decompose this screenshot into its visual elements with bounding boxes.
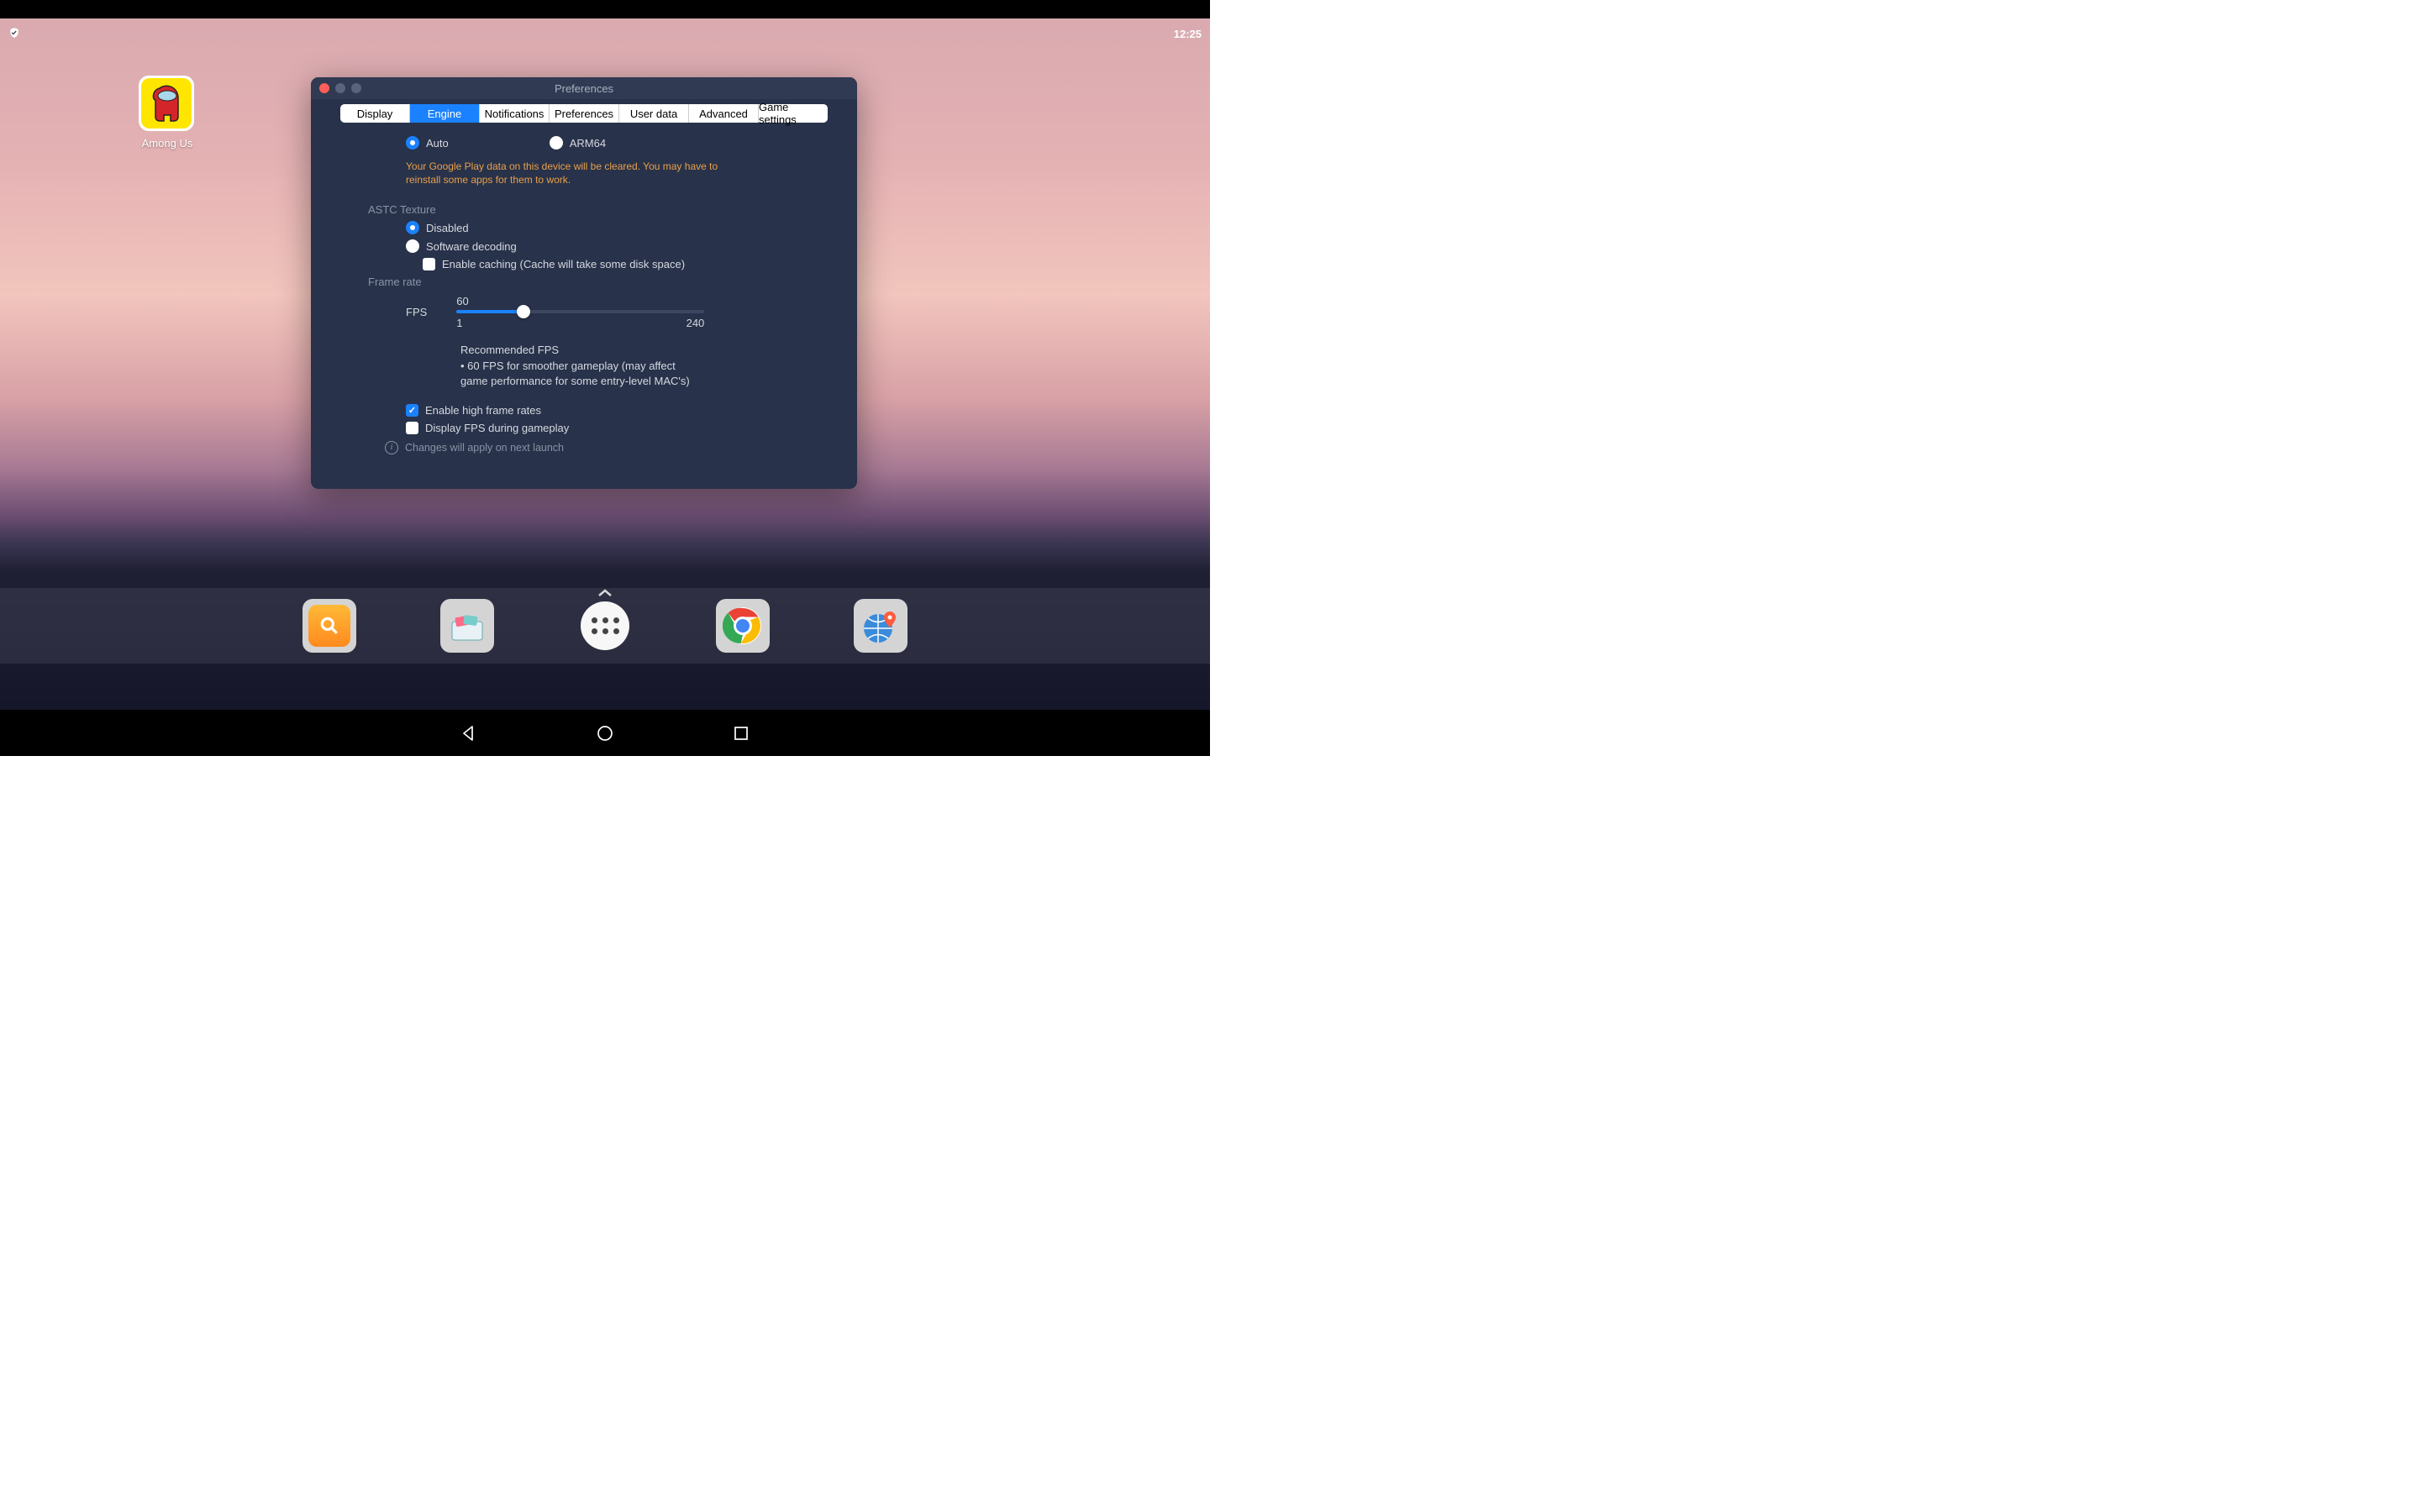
app-among-us[interactable]: Among Us — [139, 76, 196, 150]
slider-fill — [456, 310, 523, 313]
astc-heading: ASTC Texture — [368, 203, 825, 216]
checkbox-enable-caching[interactable]: Enable caching (Cache will take some dis… — [360, 258, 825, 270]
dock-installer[interactable] — [440, 599, 494, 653]
clock: 12:25 — [1174, 28, 1202, 40]
globe-pin-icon — [861, 606, 900, 645]
footer-note: i Changes will apply on next launch — [360, 441, 825, 454]
window-titlebar[interactable]: Preferences — [311, 77, 857, 99]
fps-value: 60 — [456, 295, 468, 307]
framerate-heading: Frame rate — [368, 276, 825, 288]
tab-advanced[interactable]: Advanced — [689, 104, 759, 123]
checkbox-display-fps[interactable]: Display FPS during gameplay — [406, 422, 825, 434]
checkbox-icon — [423, 258, 435, 270]
macos-topbar-black — [0, 0, 1210, 18]
radio-label: ARM64 — [570, 137, 606, 150]
tab-display[interactable]: Display — [340, 104, 410, 123]
fps-slider[interactable]: 60 1 240 — [456, 295, 717, 329]
nav-back-icon[interactable] — [460, 724, 478, 743]
fps-rec-body: • 60 FPS for smoother gameplay (may affe… — [460, 359, 696, 389]
footer-note-text: Changes will apply on next launch — [405, 442, 564, 454]
checkbox-label: Enable caching (Cache will take some dis… — [442, 258, 685, 270]
fps-rec-title: Recommended FPS — [460, 343, 696, 358]
shield-icon — [8, 27, 20, 41]
radio-icon — [406, 221, 419, 234]
radio-label: Disabled — [426, 222, 469, 234]
arch-warning: Your Google Play data on this device wil… — [360, 155, 738, 198]
radio-icon — [550, 136, 563, 150]
checkbox-label: Enable high frame rates — [425, 404, 541, 417]
slider-track — [456, 310, 704, 313]
tab-user-data[interactable]: User data — [619, 104, 689, 123]
tab-engine[interactable]: Engine — [410, 104, 480, 123]
fps-recommendation: Recommended FPS • 60 FPS for smoother ga… — [360, 343, 696, 389]
app-label: Among Us — [139, 137, 196, 150]
tab-notifications[interactable]: Notifications — [480, 104, 550, 123]
fps-min: 1 — [456, 317, 462, 329]
tab-preferences[interactable]: Preferences — [550, 104, 619, 123]
installer-icon — [449, 610, 486, 642]
android-statusbar: 12:25 — [8, 21, 1202, 46]
android-navbar — [0, 710, 1210, 756]
radio-astc-software[interactable]: Software decoding — [406, 239, 825, 253]
search-icon — [308, 605, 350, 647]
fps-label: FPS — [406, 306, 427, 318]
chrome-icon — [723, 606, 763, 646]
tab-game-settings[interactable]: Game settings — [759, 104, 828, 123]
screen: 12:25 Among Us — [0, 0, 1210, 756]
dock-search[interactable] — [302, 599, 356, 653]
preferences-tabbar: Display Engine Notifications Preferences… — [311, 99, 857, 123]
dock-all-apps[interactable] — [578, 599, 632, 653]
dock — [0, 588, 1210, 664]
nav-home-icon[interactable] — [596, 724, 614, 743]
preferences-body: Auto ARM64 Your Google Play data on this… — [311, 123, 857, 459]
nav-recent-icon[interactable] — [732, 724, 750, 743]
radio-label: Auto — [426, 137, 449, 150]
radio-label: Software decoding — [426, 240, 517, 253]
radio-auto[interactable]: Auto — [406, 136, 449, 150]
arch-radio-group: Auto ARM64 — [360, 136, 825, 155]
preferences-window: Preferences Display Engine Notifications… — [311, 77, 857, 489]
radio-icon — [406, 239, 419, 253]
dock-maps[interactable] — [854, 599, 908, 653]
fps-max: 240 — [687, 317, 705, 329]
window-title: Preferences — [311, 82, 857, 95]
radio-astc-disabled[interactable]: Disabled — [406, 221, 825, 234]
among-us-icon — [139, 76, 194, 131]
dock-chrome[interactable] — [716, 599, 770, 653]
desktop[interactable]: 12:25 Among Us — [0, 18, 1210, 710]
checkbox-label: Display FPS during gameplay — [425, 422, 569, 434]
radio-arm64[interactable]: ARM64 — [550, 136, 606, 150]
checkbox-icon: ✓ — [406, 404, 418, 417]
checkbox-icon — [406, 422, 418, 434]
radio-icon — [406, 136, 419, 150]
checkbox-high-framerate[interactable]: ✓ Enable high frame rates — [406, 404, 825, 417]
slider-thumb[interactable] — [517, 305, 530, 318]
info-icon: i — [385, 441, 398, 454]
apps-grid-icon — [581, 601, 629, 650]
